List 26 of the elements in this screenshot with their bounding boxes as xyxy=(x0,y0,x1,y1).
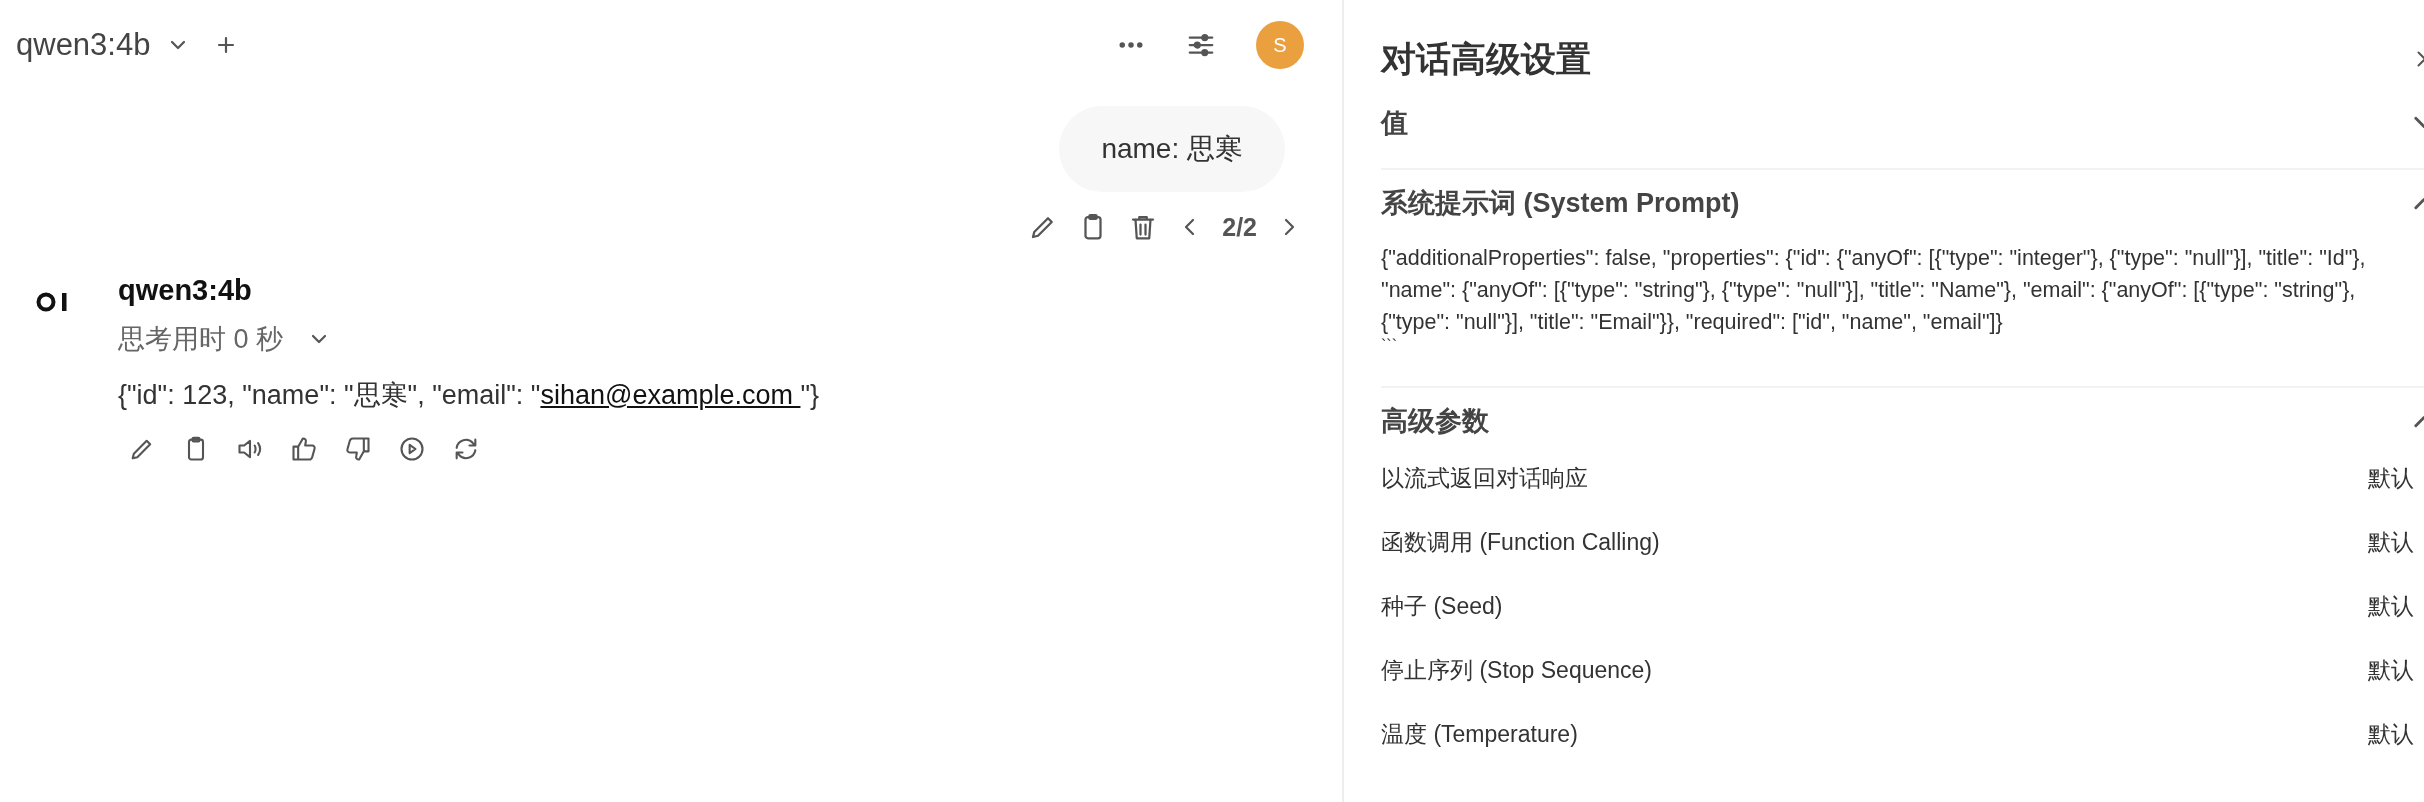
user-message: name: 思寒 xyxy=(1059,106,1285,192)
parameter-label: 以流式返回对话响应 xyxy=(1381,463,1588,493)
code-fence-text: ``` xyxy=(1381,338,1398,356)
parameter-label: 种子 (Seed) xyxy=(1381,591,1503,621)
thumbs-down-icon[interactable] xyxy=(344,435,372,463)
parameter-value[interactable]: 默认 xyxy=(2368,590,2414,622)
response-text: {"id": 123, "name": "思寒", "email": "sihan@example.com "} xyxy=(118,379,820,412)
page-counter: 2/2 xyxy=(1222,212,1257,242)
parameter-value[interactable]: 默认 xyxy=(2368,526,2414,558)
system-prompt-text[interactable]: {"additionalProperties": false, "properties": {"id": {"anyOf": [{"type": "integer"}, {"type": "null"}], "title": "Id"}, "name": {"anyOf": [{"type": "string"}, {"type": "null"}], "title": "Name"}, "email": {"anyOf": [{"type": "string"}, {"type": "null"}], "title": "Email"}}, "required": ["id", "name", "email"]} xyxy=(1381,242,2424,338)
parameter-value[interactable]: 默认 xyxy=(2368,654,2414,686)
parameter-label: 函数调用 (Function Calling) xyxy=(1381,527,1660,557)
parameter-value[interactable]: 默认 xyxy=(2368,718,2414,750)
parameter-value[interactable]: 默认 xyxy=(2368,462,2414,494)
section-title[interactable]: 系统提示词 (System Prompt) xyxy=(1381,185,1740,221)
panel-title: 对话高级设置 xyxy=(1381,37,1591,80)
section-title[interactable]: 值 xyxy=(1381,105,1408,141)
thumbs-up-icon[interactable] xyxy=(290,435,318,463)
section-title[interactable]: 高级参数 xyxy=(1381,403,1489,439)
parameter-label: 停止序列 (Stop Sequence) xyxy=(1381,655,1652,685)
email-link[interactable]: sihan@example.com xyxy=(540,380,801,410)
play-icon[interactable] xyxy=(398,435,426,463)
model-name: qwen3:4b xyxy=(118,274,253,307)
parameter-label: 温度 (Temperature) xyxy=(1381,719,1578,749)
model-selector[interactable]: qwen3:4b xyxy=(16,27,151,63)
thinking-duration[interactable]: 思考用时 0 秒 xyxy=(118,321,284,357)
